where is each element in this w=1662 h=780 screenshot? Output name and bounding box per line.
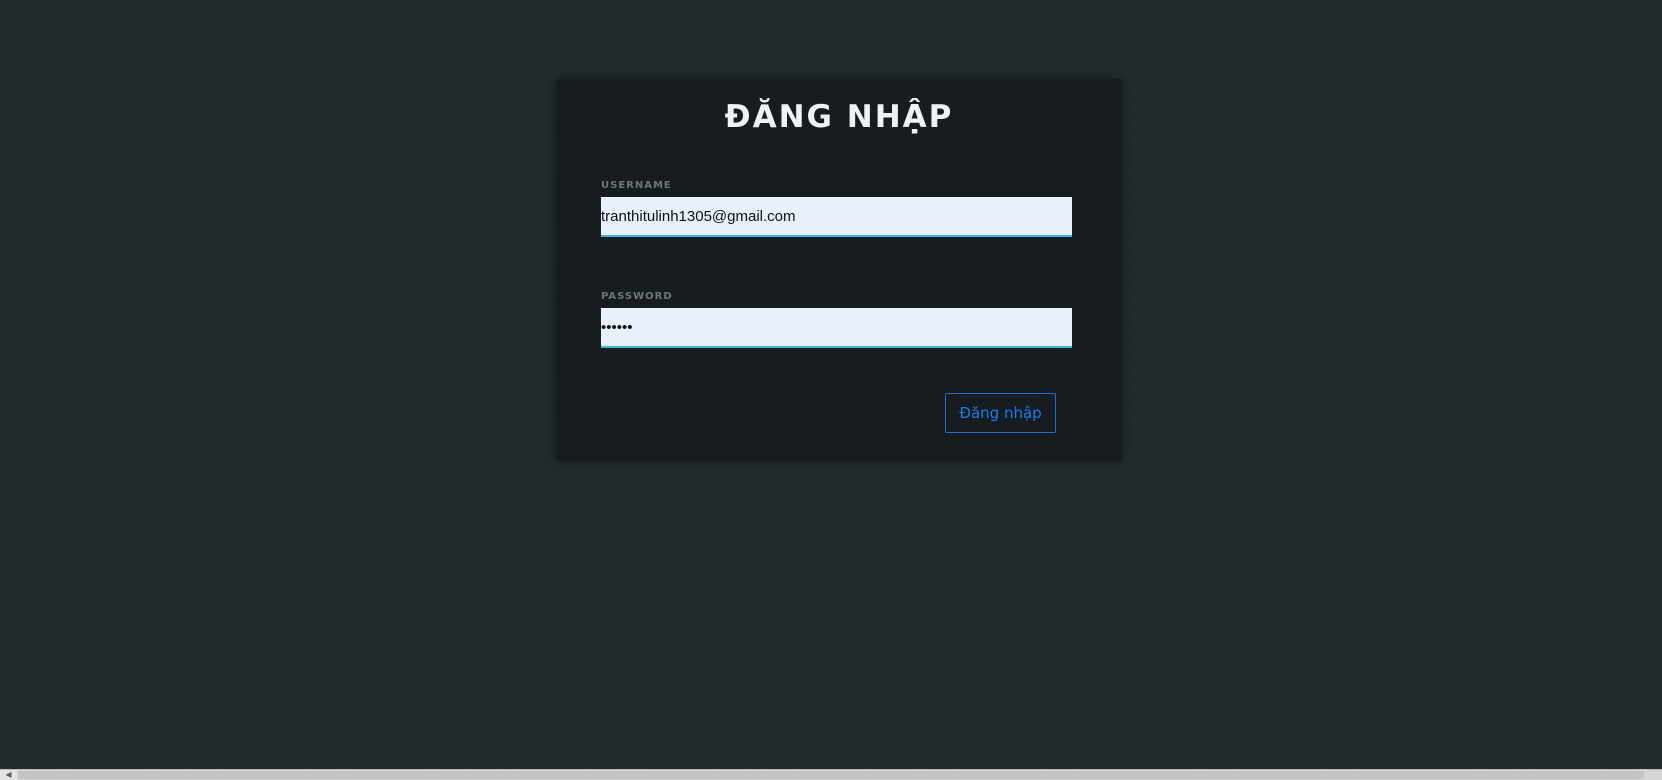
login-button[interactable]: Đăng nhập xyxy=(945,393,1056,433)
login-card: ĐĂNG NHẬP USERNAME PASSWORD Đăng nhập xyxy=(556,79,1122,461)
password-input[interactable] xyxy=(601,308,1072,348)
username-input[interactable] xyxy=(601,197,1072,237)
login-title: ĐĂNG NHẬP xyxy=(724,99,954,135)
horizontal-scrollbar[interactable]: ◀ xyxy=(0,769,1662,780)
username-label: USERNAME xyxy=(601,180,672,191)
password-label: PASSWORD xyxy=(601,291,673,302)
scroll-left-arrow-icon[interactable]: ◀ xyxy=(0,770,17,780)
scrollbar-thumb[interactable] xyxy=(18,771,1644,779)
